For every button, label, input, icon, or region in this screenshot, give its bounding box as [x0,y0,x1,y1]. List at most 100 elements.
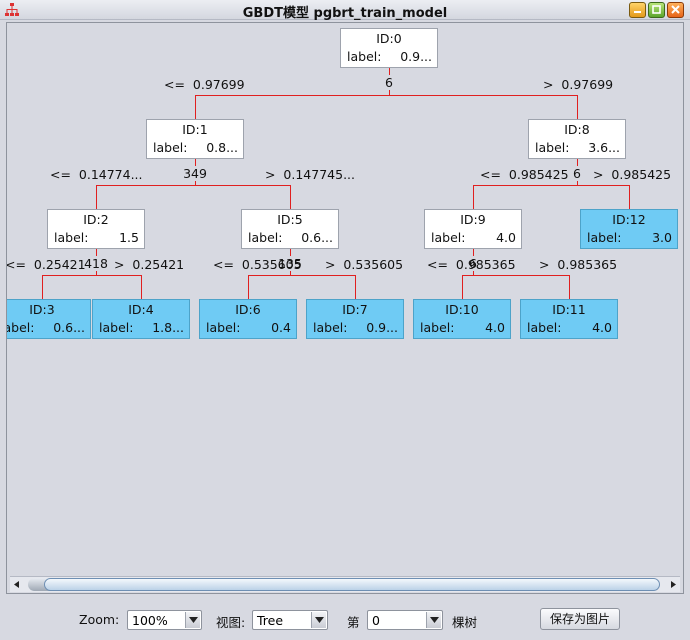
node-label-row: label: 0.6... [7,320,85,335]
split-condition-label: > 0.535605 [325,257,404,272]
tree-leaf-node[interactable]: ID:11 label: 4.0 [520,299,618,339]
node-label-value: 0.8... [206,140,238,155]
node-label-row: label: 0.6... [248,230,333,245]
node-label-key: label: [431,230,466,245]
node-label-value: 0.6... [301,230,333,245]
node-label-row: label: 1.5 [54,230,139,245]
node-id: ID:9 [460,212,486,227]
tree-leaf-node[interactable]: ID:7 label: 0.9... [306,299,404,339]
window-title: GBDT模型 pgbrt_train_model [242,6,448,21]
scroll-right-icon[interactable] [666,577,680,592]
node-label-value: 1.8... [152,320,184,335]
node-label-key: label: [54,230,89,245]
node-label-value: 0.9... [400,49,432,64]
scroll-left-icon[interactable] [10,577,24,592]
node-label-row: label: 1.8... [99,320,184,335]
tree-index-select[interactable]: 0 [367,610,443,630]
zoom-select[interactable]: 100% [127,610,202,630]
view-label: 视图: [216,615,246,630]
view-dropdown-button[interactable] [311,612,326,628]
title-bar: GBDT模型 pgbrt_train_model [0,0,690,21]
split-condition-label: > 0.985425 [593,167,672,182]
node-id: ID:3 [29,302,55,317]
node-id: ID:4 [128,302,154,317]
minimize-icon [634,11,641,13]
node-label-row: label: 0.4 [206,320,291,335]
node-label-value: 3.0 [652,230,672,245]
save-image-button[interactable]: 保存为图片 [540,608,620,630]
node-label-key: label: [420,320,455,335]
chevron-down-icon [430,617,439,623]
node-label-key: label: [99,320,134,335]
split-condition-label: > 0.985365 [539,257,618,272]
node-label-key: label: [313,320,348,335]
node-label-value: 4.0 [496,230,516,245]
split-condition-label: > 0.97699 [543,77,614,92]
maximize-icon [652,5,661,14]
node-label-key: label: [7,320,35,335]
close-button[interactable] [667,2,684,18]
tree-index-dropdown-button[interactable] [426,612,441,628]
node-label-row: label: 4.0 [431,230,516,245]
tree-node[interactable]: ID:8 label: 3.6... [528,119,626,159]
chevron-down-icon [189,617,198,623]
split-condition-label: <= 0.985425 [480,167,569,182]
node-label-row: label: 4.0 [527,320,612,335]
split-condition-label: <= 0.97699 [164,77,245,92]
node-label-key: label: [248,230,283,245]
node-label-row: label: 0.9... [347,49,432,64]
tree-index-suffix: 棵树 [452,615,478,630]
zoom-dropdown-button[interactable] [185,612,200,628]
tree-node[interactable]: ID:2 label: 1.5 [47,209,145,249]
view-value: Tree [257,613,284,628]
horizontal-scrollbar[interactable] [10,576,680,592]
node-id: ID:6 [235,302,261,317]
tree-index-prefix: 第 [347,615,360,630]
split-condition-label: > 0.25421 [114,257,185,272]
minimize-button[interactable] [629,2,646,18]
node-id: ID:1 [182,122,208,137]
tree-leaf-node[interactable]: ID:4 label: 1.8... [92,299,190,339]
node-id: ID:7 [342,302,368,317]
node-label-value: 3.6... [588,140,620,155]
node-label-row: label: 0.8... [153,140,238,155]
split-feature-label: 6 [385,75,393,90]
tree-leaf-node[interactable]: ID:12 label: 3.0 [580,209,678,249]
scroll-thumb[interactable] [44,578,660,591]
tree-node[interactable]: ID:1 label: 0.8... [146,119,244,159]
view-select[interactable]: Tree [252,610,328,630]
tree-node[interactable]: ID:0 label: 0.9... [340,28,438,68]
node-id: ID:8 [564,122,590,137]
node-id: ID:0 [376,31,402,46]
node-label-key: label: [347,49,382,64]
node-label-key: label: [535,140,570,155]
node-label-value: 0.6... [53,320,85,335]
maximize-button[interactable] [648,2,665,18]
split-condition-label: <= 0.14774... [50,167,143,182]
tree-leaf-node[interactable]: ID:3 label: 0.6... [7,299,91,339]
node-id: ID:11 [552,302,586,317]
node-label-key: label: [587,230,622,245]
node-label-key: label: [206,320,241,335]
tree-node[interactable]: ID:5 label: 0.6... [241,209,339,249]
node-label-value: 0.4 [271,320,291,335]
tree-canvas: 6 <= 0.97699 > 0.97699 349 <= 0.14774... > 0.… [7,23,683,575]
chevron-down-icon [315,617,324,623]
zoom-label: Zoom: [79,612,120,627]
split-condition-label: <= 0.535605 [213,257,302,272]
split-condition-label: <= 0.25421 [6,257,86,272]
node-label-row: label: 0.9... [313,320,398,335]
tree-view-panel: 6 <= 0.97699 > 0.97699 349 <= 0.14774... > 0.… [6,22,684,594]
node-label-key: label: [153,140,188,155]
close-icon [671,5,680,14]
node-id: ID:2 [83,212,109,227]
tree-leaf-node[interactable]: ID:6 label: 0.4 [199,299,297,339]
tree-index-value: 0 [372,613,380,628]
node-label-row: label: 3.6... [535,140,620,155]
tree-leaf-node[interactable]: ID:10 label: 4.0 [413,299,511,339]
tree-node[interactable]: ID:9 label: 4.0 [424,209,522,249]
node-label-value: 0.9... [366,320,398,335]
split-condition-label: <= 0.985365 [427,257,516,272]
split-feature-label: 349 [183,166,207,181]
bottom-toolbar: Zoom: 100% 视图: Tree 第 0 棵树 保存为图片 [0,600,690,640]
